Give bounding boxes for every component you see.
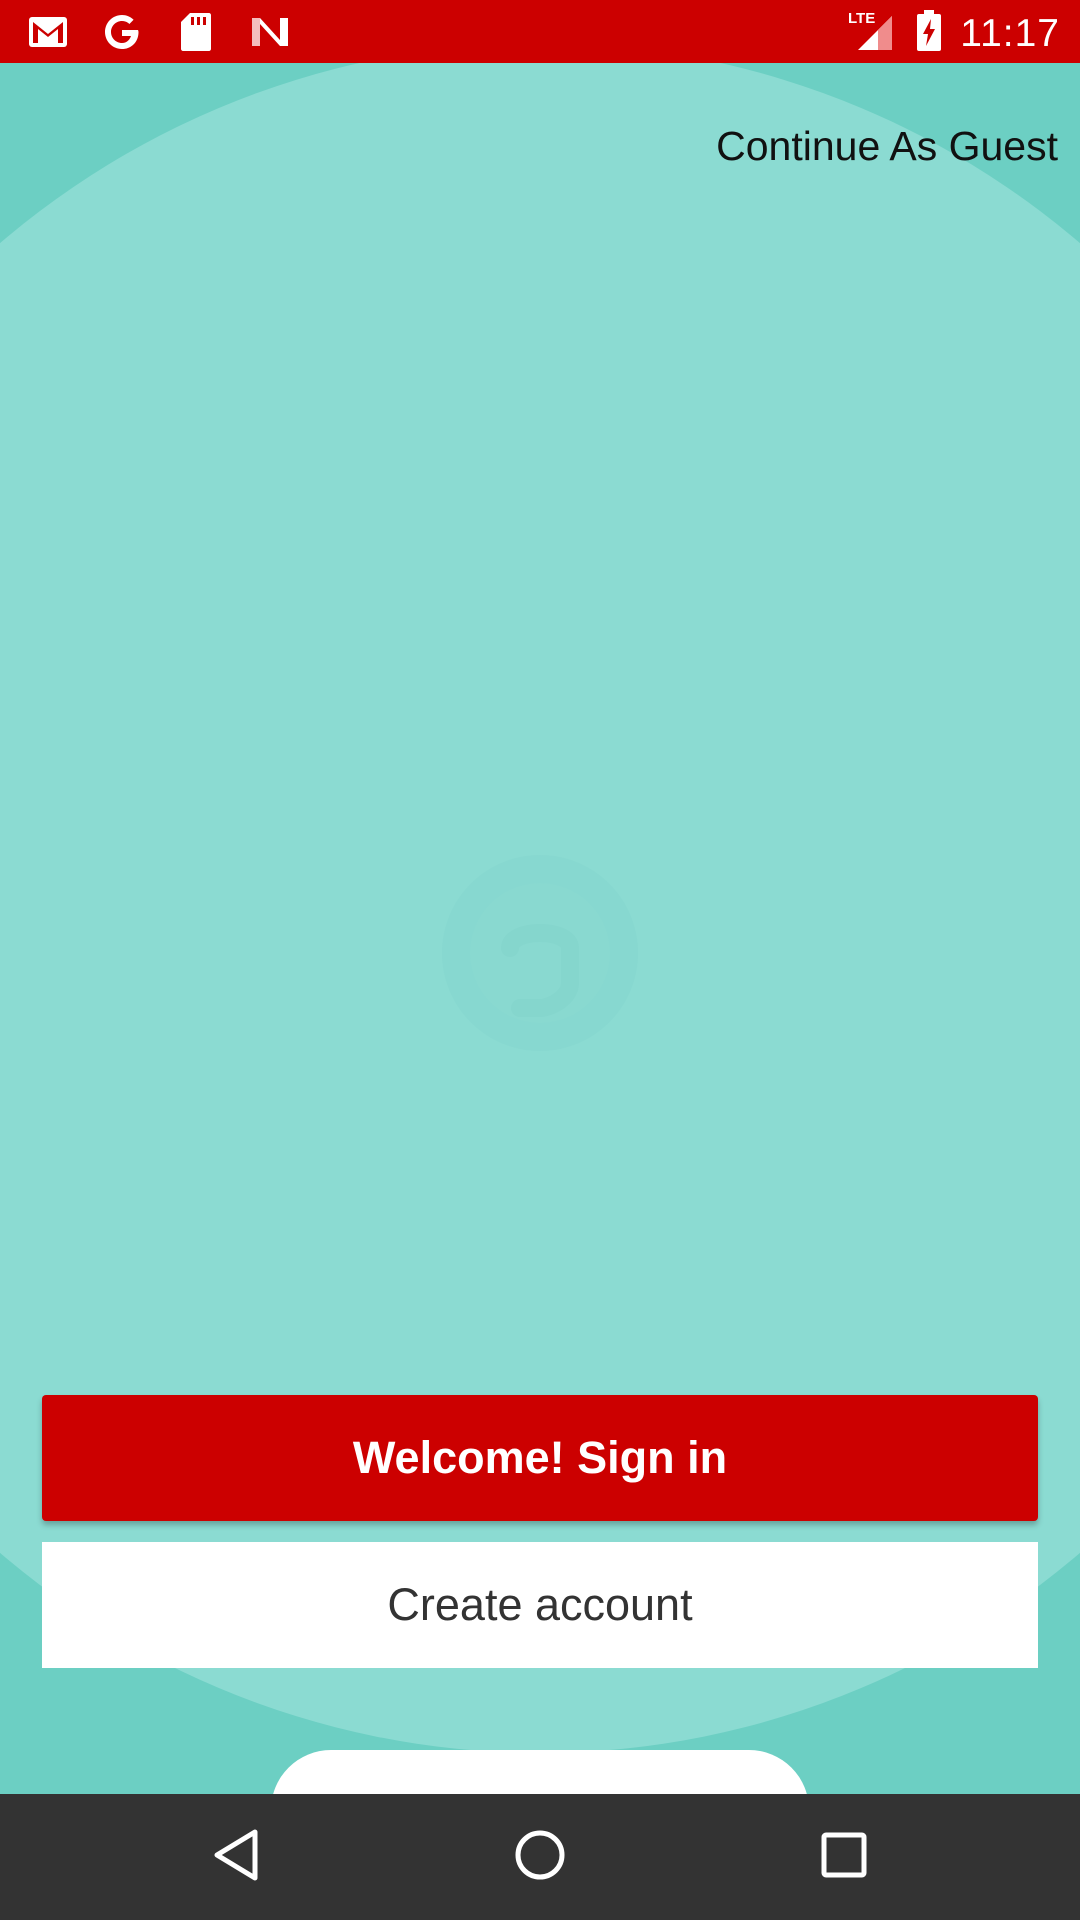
continue-as-guest-link[interactable]: Continue As Guest bbox=[716, 123, 1058, 170]
clock: 11:17 bbox=[960, 11, 1060, 55]
screen: LTE 11:17 Continue As Guest Welcome! Sig… bbox=[0, 0, 1080, 1920]
back-button[interactable] bbox=[206, 1827, 266, 1887]
bottom-card bbox=[271, 1750, 809, 1794]
home-button[interactable] bbox=[510, 1827, 570, 1887]
sd-card-icon bbox=[174, 11, 218, 53]
create-account-button[interactable]: Create account bbox=[42, 1542, 1038, 1668]
notification-icons bbox=[26, 11, 292, 53]
lte-label: LTE bbox=[848, 10, 875, 27]
gmail-icon bbox=[26, 11, 70, 53]
recents-icon bbox=[819, 1830, 869, 1885]
battery-charging-icon bbox=[916, 10, 942, 57]
lte-signal-icon: LTE bbox=[848, 8, 898, 59]
google-icon bbox=[100, 11, 144, 53]
welcome-screen: Continue As Guest Welcome! Sign in Creat… bbox=[0, 63, 1080, 1794]
navigation-bar bbox=[0, 1794, 1080, 1920]
app-logo-watermark bbox=[440, 848, 640, 1068]
news-icon bbox=[248, 11, 292, 53]
home-icon bbox=[513, 1828, 567, 1887]
status-bar: LTE 11:17 bbox=[0, 0, 1080, 63]
sign-in-button[interactable]: Welcome! Sign in bbox=[42, 1395, 1038, 1521]
recents-button[interactable] bbox=[814, 1827, 874, 1887]
back-icon bbox=[211, 1828, 261, 1887]
system-icons: LTE 11:17 bbox=[848, 8, 1060, 59]
